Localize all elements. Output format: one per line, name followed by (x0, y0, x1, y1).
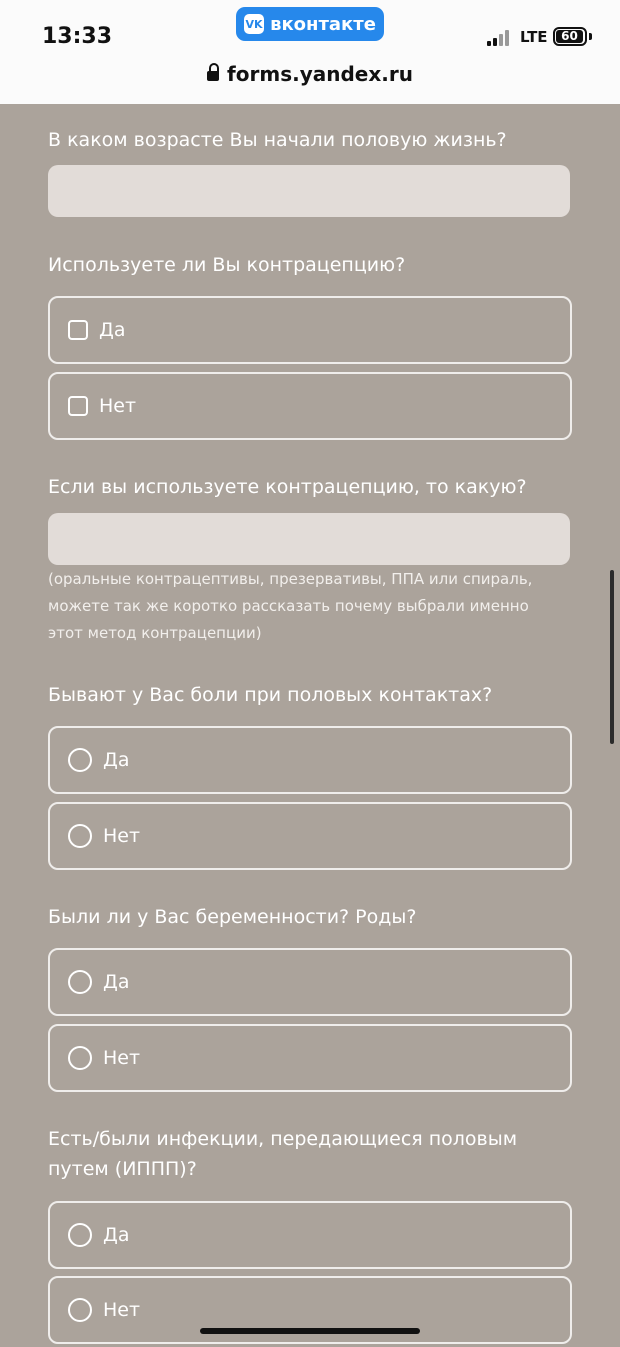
option-label: Нет (103, 825, 141, 847)
question-pain-label: Бывают у Вас боли при половых контактах? (48, 684, 493, 706)
question-contraception-type-label: Если вы используете контрацепцию, то как… (48, 476, 527, 498)
battery-icon: 60 (553, 27, 587, 46)
radio-icon[interactable] (68, 1298, 92, 1322)
network-type: LTE (520, 28, 548, 46)
option-label: Да (99, 319, 126, 341)
option-label: Нет (103, 1299, 141, 1321)
vk-badge-label: вконтакте (270, 13, 376, 35)
vk-logo-icon: VK (244, 14, 265, 34)
radio-icon[interactable] (68, 824, 92, 848)
contraception-option-yes[interactable]: Да (48, 296, 572, 364)
address-bar[interactable]: forms.yandex.ru (0, 62, 620, 86)
checkbox-icon[interactable] (68, 396, 88, 416)
question-contraception-label: Используете ли Вы контрацепцию? (48, 254, 406, 276)
home-indicator[interactable] (200, 1328, 420, 1334)
vk-return-badge[interactable]: VK вконтакте (236, 7, 384, 41)
sti-option-yes[interactable]: Да (48, 1201, 572, 1269)
lock-icon (207, 63, 220, 83)
radio-icon[interactable] (68, 748, 92, 772)
contraception-option-no[interactable]: Нет (48, 372, 572, 440)
contraception-type-input[interactable] (48, 513, 570, 565)
url-text: forms.yandex.ru (227, 62, 413, 86)
radio-icon[interactable] (68, 1223, 92, 1247)
signal-icon (487, 30, 517, 46)
pain-option-no[interactable]: Нет (48, 802, 572, 870)
contraception-type-hint: (оральные контрацептивы, презервативы, П… (48, 570, 533, 642)
question-pregnancy-label: Были ли у Вас беременности? Роды? (48, 906, 417, 928)
clock: 13:33 (42, 24, 113, 49)
status-bar: 13:33 VK вконтакте LTE 60 forms.yandex.r… (0, 0, 620, 104)
scrollbar[interactable] (610, 570, 614, 744)
option-label: Да (103, 749, 130, 771)
pregnancy-option-yes[interactable]: Да (48, 948, 572, 1016)
option-label: Нет (103, 1047, 141, 1069)
question-age-label: В каком возрасте Вы начали половую жизнь… (48, 129, 507, 151)
checkbox-icon[interactable] (68, 320, 88, 340)
radio-icon[interactable] (68, 1046, 92, 1070)
option-label: Нет (99, 395, 137, 417)
pregnancy-option-no[interactable]: Нет (48, 1024, 572, 1092)
option-label: Да (103, 1224, 130, 1246)
battery-nub (589, 33, 592, 40)
battery-level: 60 (556, 30, 583, 43)
question-sti-label: Есть/были инфекции, передающиеся половым… (48, 1128, 518, 1180)
pain-option-yes[interactable]: Да (48, 726, 572, 794)
radio-icon[interactable] (68, 970, 92, 994)
option-label: Да (103, 971, 130, 993)
age-input[interactable] (48, 165, 570, 217)
